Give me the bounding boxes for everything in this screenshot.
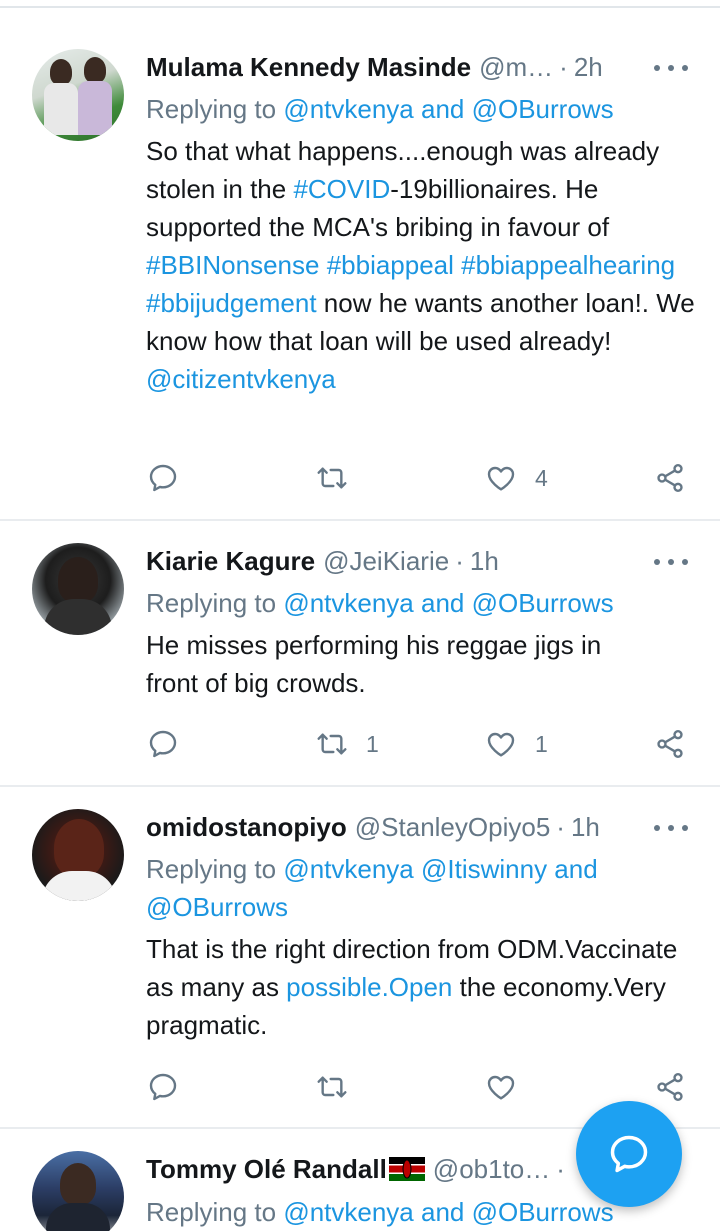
reply-icon — [149, 1073, 177, 1101]
reply-icon — [149, 730, 177, 758]
author-handle[interactable]: @StanleyOpiyo5 — [355, 812, 551, 843]
tweet-actions: 4 — [0, 458, 720, 498]
retweet-button[interactable] — [316, 1067, 366, 1107]
replying-to-label: Replying to — [146, 588, 277, 618]
tweet-link[interactable]: #bbijudgement — [146, 288, 317, 318]
like-button[interactable]: 4 — [485, 458, 548, 498]
tweet-text: So that what happens....enough was alrea… — [146, 132, 696, 398]
tweet-2[interactable]: Kiarie Kagure @JeiKiarie · 1h Replying t… — [0, 521, 720, 786]
tweet-link[interactable]: #BBINonsense — [146, 250, 319, 280]
share-button[interactable] — [654, 1067, 686, 1107]
reply-targets[interactable]: @ntvkenya and @OBurrows — [283, 588, 613, 618]
tweet-1[interactable]: Mulama Kennedy Masinde @m… · 2h Replying… — [0, 0, 720, 520]
heart-icon — [487, 1075, 515, 1100]
reply-targets[interactable]: @ntvkenya and @OBurrows — [283, 1197, 613, 1227]
replying-to-label: Replying to — [146, 854, 277, 884]
tweet-text: He misses performing his reggae jigs in … — [146, 626, 656, 702]
tweet-header: Kiarie Kagure @JeiKiarie · 1h — [146, 543, 499, 579]
replying-to: Replying to @ntvkenya @Itiswinny and @OB… — [146, 850, 646, 926]
reply-targets[interactable]: @ntvkenya and @OBurrows — [283, 94, 613, 124]
like-button[interactable]: 1 — [485, 724, 548, 764]
retweet-count: 1 — [366, 730, 379, 757]
tweet-text-segment: He misses performing his reggae jigs in … — [146, 630, 602, 698]
separator-dot: · — [559, 51, 568, 82]
replying-to-label: Replying to — [146, 1197, 277, 1227]
retweet-button[interactable] — [316, 458, 366, 498]
replying-to-label: Replying to — [146, 94, 277, 124]
tweet-link[interactable]: #bbiappeal — [327, 250, 454, 280]
author-name[interactable]: Kiarie Kagure — [146, 546, 315, 577]
compose-reply-button[interactable] — [576, 1101, 682, 1207]
author-name[interactable]: Tommy Olé Randall — [146, 1154, 387, 1185]
kenya-flag-icon — [388, 1157, 425, 1181]
like-button[interactable] — [485, 1067, 535, 1107]
author-handle[interactable]: @JeiKiarie — [323, 546, 449, 577]
replying-to: Replying to @ntvkenya and @OBurrows — [146, 584, 706, 622]
tweet-link[interactable]: #COVID — [293, 174, 390, 204]
tweet-actions — [0, 1067, 720, 1107]
retweet-icon — [317, 467, 347, 489]
more-icon[interactable] — [654, 58, 688, 78]
retweet-icon — [317, 733, 347, 755]
avatar[interactable] — [32, 809, 124, 901]
separator-dot: · — [556, 811, 565, 842]
share-button[interactable] — [654, 724, 686, 764]
tweet-link[interactable]: possible.Open — [286, 972, 452, 1002]
tweet-actions: 1 1 — [0, 724, 720, 764]
tweet-text-segment — [319, 250, 326, 280]
share-icon — [657, 1073, 683, 1101]
heart-icon — [487, 732, 515, 757]
timestamp[interactable]: 1h — [571, 812, 600, 843]
share-icon — [657, 730, 683, 758]
reply-button[interactable] — [147, 1067, 179, 1107]
more-icon[interactable] — [654, 818, 688, 838]
avatar[interactable] — [32, 49, 124, 141]
like-count: 4 — [535, 464, 548, 491]
tweet-3[interactable]: omidostanopiyo @StanleyOpiyo5 · 1h Reply… — [0, 787, 720, 1127]
separator-dot: · — [455, 545, 464, 576]
author-handle[interactable]: @m… — [479, 52, 553, 83]
like-count: 1 — [535, 730, 548, 757]
reply-icon — [149, 464, 177, 492]
author-name[interactable]: Mulama Kennedy Masinde — [146, 52, 471, 83]
tweet-link[interactable]: @citizentvkenya — [146, 364, 336, 394]
reply-button[interactable] — [147, 458, 179, 498]
share-button[interactable] — [654, 458, 686, 498]
heart-icon — [487, 466, 515, 491]
avatar[interactable] — [32, 1151, 124, 1231]
timestamp[interactable]: 1h — [470, 546, 499, 577]
more-icon[interactable] — [654, 552, 688, 572]
tweet-header: Tommy Olé Randall @ob1to… · — [146, 1151, 571, 1187]
tweet-header: omidostanopiyo @StanleyOpiyo5 · 1h — [146, 809, 600, 845]
tweet-header: Mulama Kennedy Masinde @m… · 2h — [146, 49, 603, 85]
tweet-text: That is the right direction from ODM.Vac… — [146, 930, 696, 1044]
tweet-link[interactable]: #bbiappealhearing — [461, 250, 675, 280]
replying-to: Replying to @ntvkenya and @OBurrows — [146, 90, 706, 128]
avatar[interactable] — [32, 543, 124, 635]
retweet-icon — [317, 1076, 347, 1098]
author-name[interactable]: omidostanopiyo — [146, 812, 347, 843]
separator-dot: · — [556, 1153, 565, 1184]
timestamp[interactable]: 2h — [574, 52, 603, 83]
share-icon — [657, 464, 683, 492]
retweet-button[interactable]: 1 — [316, 724, 379, 764]
compose-reply-icon — [610, 1135, 648, 1173]
reply-button[interactable] — [147, 724, 179, 764]
author-handle[interactable]: @ob1to… — [433, 1154, 550, 1185]
